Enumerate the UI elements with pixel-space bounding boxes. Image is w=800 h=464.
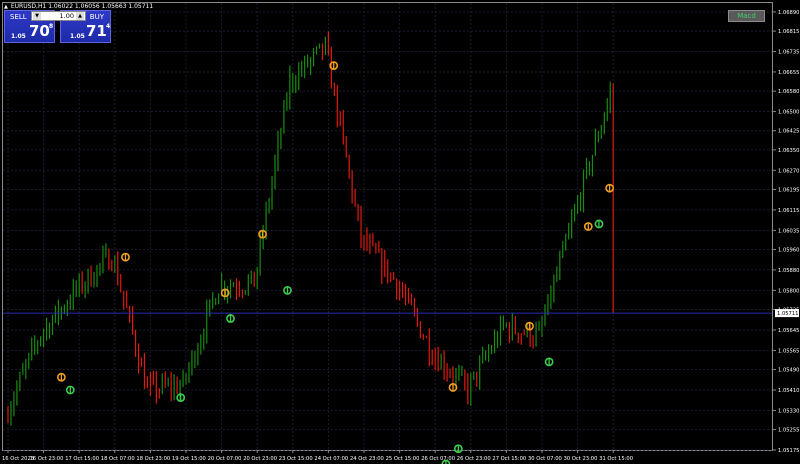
price-tick-label: 1.06735 xyxy=(778,50,799,56)
time-tick-label: 24 Oct 23:00 xyxy=(350,456,384,462)
lot-increase-icon[interactable]: ▲ xyxy=(76,12,84,20)
sell-price-sup: 8 xyxy=(49,23,54,30)
time-tick-label: 27 Oct 15:00 xyxy=(492,456,526,462)
time-tick-label: 24 Oct 07:00 xyxy=(314,456,348,462)
time-tick-label: 25 Oct 15:00 xyxy=(386,456,420,462)
signal-arrows xyxy=(57,61,615,464)
price-tick-label: 1.06035 xyxy=(778,228,799,234)
buy-price-prefix: 1.05 xyxy=(70,33,85,40)
price-tick-label: 1.05410 xyxy=(778,388,799,394)
price-axis: 1.06890 1.06815 1.06735 1.06655 1.06580 1.065… xyxy=(773,10,799,454)
macd-button[interactable]: Macd xyxy=(728,10,765,22)
time-tick-label: 26 Oct 07:00 xyxy=(421,456,455,462)
buy-price-big: 71 xyxy=(86,22,107,40)
lot-decrease-icon[interactable]: ▼ xyxy=(33,12,41,20)
time-tick-label: 30 Oct 07:00 xyxy=(528,456,562,462)
price-tick-label: 1.05565 xyxy=(778,348,799,354)
price-tick-label: 1.06115 xyxy=(778,208,799,214)
price-tick-label: 1.05800 xyxy=(778,288,799,294)
price-chart[interactable]: 1.06890 1.06815 1.06735 1.06655 1.06580 1.065… xyxy=(0,0,800,464)
sell-label: SELL xyxy=(10,13,27,21)
time-axis: 16 Oct 202316 Oct 23:00 17 Oct 15:00 18 Oc… xyxy=(2,450,633,462)
time-tick-label: 17 Oct 15:00 xyxy=(65,456,99,462)
buy-label: BUY xyxy=(89,13,104,21)
price-tick-label: 1.06655 xyxy=(778,70,799,76)
time-tick-label: 30 Oct 23:00 xyxy=(564,456,598,462)
price-tick-label: 1.05175 xyxy=(778,448,799,454)
time-tick-label: 18 Oct 07:00 xyxy=(101,456,135,462)
price-tick-label: 1.06815 xyxy=(778,29,799,35)
symbol-name: EURUSD,H1 xyxy=(10,3,47,10)
current-price-label: 1.05711 xyxy=(777,311,798,317)
price-tick-label: 1.06500 xyxy=(778,110,799,116)
price-tick-label: 1.06350 xyxy=(778,148,799,154)
ohlc-values: 1.06022 1.06056 1.05663 1.05711 xyxy=(48,3,154,10)
lot-size-input[interactable]: ▼ 1.00 ▲ xyxy=(31,11,86,21)
price-tick-label: 1.06270 xyxy=(778,168,799,174)
price-tick-label: 1.05255 xyxy=(778,428,799,434)
lot-value: 1.00 xyxy=(59,12,74,20)
price-tick-label: 1.06195 xyxy=(778,187,799,193)
chart-grid xyxy=(3,3,772,451)
sell-price-big: 70 xyxy=(29,22,50,40)
price-tick-label: 1.05330 xyxy=(778,408,799,414)
time-tick-label: 18 Oct 23:00 xyxy=(136,456,170,462)
time-tick-label: 23 Oct 15:00 xyxy=(279,456,313,462)
one-click-trading-panel: SELL 1.05 70 8 BUY 1.05 71 4 ▼ 1.00 ▲ xyxy=(4,10,111,43)
price-tick-label: 1.05960 xyxy=(778,247,799,253)
time-tick-label: 19 Oct 15:00 xyxy=(172,456,206,462)
buy-price-sup: 4 xyxy=(106,23,111,30)
candlestick-bars xyxy=(3,31,772,426)
time-tick-label: 31 Oct 15:00 xyxy=(599,456,633,462)
price-tick-label: 1.06580 xyxy=(778,89,799,95)
price-tick-label: 1.06425 xyxy=(778,129,799,135)
price-tick-label: 1.05490 xyxy=(778,368,799,374)
price-tick-label: 1.06890 xyxy=(778,10,799,16)
sell-price-prefix: 1.05 xyxy=(11,33,26,40)
price-tick-label: 1.05645 xyxy=(778,328,799,334)
chart-title: ▲ EURUSD,H1 1.06022 1.06056 1.05663 1.057… xyxy=(4,3,153,10)
time-tick-label: 26 Oct 23:00 xyxy=(457,456,491,462)
price-tick-label: 1.05880 xyxy=(778,268,799,274)
time-tick-label: 20 Oct 23:00 xyxy=(243,456,277,462)
time-tick-label: 16 Oct 23:00 xyxy=(30,456,64,462)
time-tick-label: 20 Oct 07:00 xyxy=(208,456,242,462)
